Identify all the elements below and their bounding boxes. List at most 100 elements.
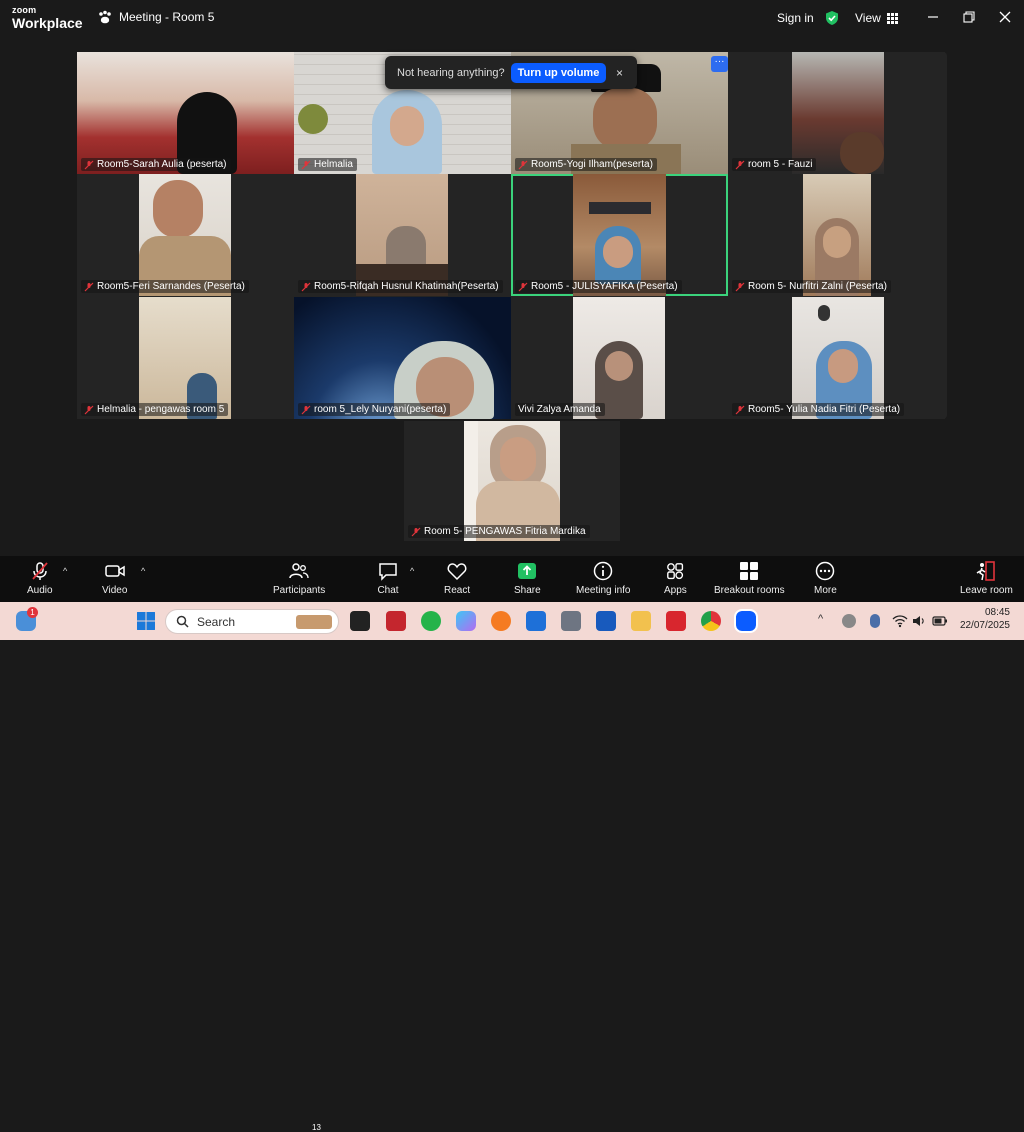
audio-warning-toast: Not hearing anything? Turn up volume × [385, 56, 637, 89]
participant-tile[interactable]: Helmalia - pengawas room 5 [77, 297, 294, 419]
mic-muted-icon [411, 527, 421, 536]
firefox-icon[interactable] [491, 611, 511, 631]
more-button[interactable]: More [814, 560, 837, 596]
taskbar-search[interactable]: Search [165, 609, 339, 634]
mic-muted-icon [735, 405, 745, 414]
video-feed [294, 297, 511, 419]
participant-tile[interactable]: Room5-Rifqah Husnul Khatimah(Peserta) [294, 174, 511, 296]
participant-name: room 5_Lely Nuryani(peserta) [298, 403, 451, 416]
word-icon[interactable] [596, 611, 616, 631]
camera-icon[interactable] [561, 611, 581, 631]
tray-app-icon[interactable] [842, 614, 856, 628]
mic-muted-icon [518, 282, 528, 291]
share-button[interactable]: Share [514, 560, 541, 596]
audio-label: Audio [27, 585, 53, 596]
windows-start-icon[interactable] [136, 611, 156, 631]
zoom-app-icon[interactable] [734, 609, 758, 633]
view-button[interactable]: View [855, 0, 898, 36]
tray-chevron-icon[interactable]: ^ [818, 613, 823, 625]
wps-icon[interactable] [666, 611, 686, 631]
participant-tile[interactable]: Vivi Zalya Amanda [511, 297, 728, 419]
participant-name-text: Room5-Feri Sarnandes (Peserta) [97, 281, 245, 292]
video-label: Video [102, 585, 128, 596]
brand-small: zoom [12, 5, 37, 15]
mic-muted-icon [518, 160, 528, 169]
system-clock[interactable]: 08:45 22/07/2025 [954, 606, 1010, 632]
participant-tile[interactable]: Room 5- Nurfitri Zalni (Peserta) [728, 174, 945, 296]
task-view-icon[interactable] [350, 611, 370, 631]
mic-muted-icon [84, 282, 94, 291]
battery-icon[interactable] [932, 615, 948, 627]
mic-muted-icon [84, 160, 94, 169]
participant-tile[interactable]: Room 5- PENGAWAS Fitria Mardika [404, 421, 620, 541]
video-feed [139, 174, 231, 296]
chat-button[interactable]: Chat [377, 560, 399, 596]
sign-in-button[interactable]: Sign in [777, 0, 814, 36]
audio-options-chevron-icon[interactable]: ^ [63, 566, 67, 576]
participant-name: room 5 - Fauzi [732, 158, 817, 171]
chrome-icon[interactable] [701, 611, 721, 631]
share-screen-icon [518, 563, 537, 579]
file-explorer-icon[interactable] [631, 611, 651, 631]
participant-name: Room5-Feri Sarnandes (Peserta) [81, 280, 249, 293]
grid-icon [886, 12, 898, 24]
meeting-info-button[interactable]: Meeting info [576, 560, 630, 596]
minimize-icon[interactable] [924, 8, 942, 26]
chat-options-chevron-icon[interactable]: ^ [410, 566, 414, 576]
apps-icon [667, 563, 684, 580]
breakout-rooms-button[interactable]: Breakout rooms [714, 560, 785, 596]
toast-close-button[interactable]: × [616, 66, 629, 80]
video-feed [803, 174, 871, 296]
wifi-icon[interactable] [892, 614, 908, 628]
security-shield-icon[interactable] [824, 0, 840, 36]
participant-tile[interactable]: Room5-Feri Sarnandes (Peserta) [77, 174, 294, 296]
participant-name-text: Room5-Yogi Ilham(peserta) [531, 159, 653, 170]
participant-name-text: Room5- Yulia Nadia Fitri (Peserta) [748, 404, 901, 415]
video-options-chevron-icon[interactable]: ^ [141, 566, 145, 576]
app-icon[interactable] [386, 611, 406, 631]
participant-name: Room 5- PENGAWAS Fitria Mardika [408, 525, 590, 538]
view-label: View [855, 11, 881, 25]
video-feed [792, 52, 884, 174]
heart-icon [447, 563, 467, 581]
participant-name-text: Room5-Sarah Aulia (peserta) [97, 159, 227, 170]
chat-label: Chat [377, 585, 399, 596]
participant-tile[interactable]: Room5-Sarah Aulia (peserta) [77, 52, 294, 174]
participant-tile[interactable]: Room5- Yulia Nadia Fitri (Peserta) [728, 297, 945, 419]
copilot-icon[interactable] [456, 611, 476, 631]
participant-tile[interactable]: room 5 - Fauzi [728, 52, 945, 174]
participant-name-text: room 5_Lely Nuryani(peserta) [314, 404, 447, 415]
participants-button[interactable]: Participants [273, 560, 325, 596]
mic-muted-icon [301, 282, 311, 291]
share-label: Share [514, 585, 541, 596]
close-window-icon[interactable] [996, 8, 1014, 26]
breakout-rooms-label: Breakout rooms [714, 585, 785, 596]
audio-button[interactable]: Audio [27, 560, 53, 596]
video-feed [77, 52, 294, 174]
video-feed [139, 297, 231, 419]
tray-mic-icon[interactable] [870, 614, 880, 628]
whatsapp-icon[interactable] [421, 611, 441, 631]
leave-room-button[interactable]: Leave room [960, 560, 1013, 596]
tile-options-icon[interactable]: ··· [711, 56, 728, 72]
leave-door-icon [976, 561, 996, 581]
apps-button[interactable]: Apps [664, 560, 687, 596]
meeting-title[interactable]: Meeting - Room 5 [97, 9, 214, 25]
turn-up-volume-button[interactable]: Turn up volume [510, 62, 607, 83]
volume-icon[interactable] [912, 614, 926, 628]
participant-name: Vivi Zalya Amanda [515, 403, 605, 416]
participant-name: Room5- Yulia Nadia Fitri (Peserta) [732, 403, 905, 416]
apps-label: Apps [664, 585, 687, 596]
more-label: More [814, 585, 837, 596]
meeting-title-text: Meeting - Room 5 [119, 10, 215, 24]
leave-room-label: Leave room [960, 585, 1013, 596]
participant-tile-active-speaker[interactable]: Room5 - JULISYAFIKA (Peserta) [511, 174, 728, 296]
restore-icon[interactable] [960, 8, 978, 26]
react-button[interactable]: React [444, 560, 470, 596]
participants-count: 13 [312, 1123, 321, 1132]
video-feed [573, 297, 665, 419]
video-feed [573, 174, 666, 296]
store-icon[interactable] [526, 611, 546, 631]
video-button[interactable]: Video [102, 560, 127, 596]
participant-tile[interactable]: room 5_Lely Nuryani(peserta) [294, 297, 511, 419]
